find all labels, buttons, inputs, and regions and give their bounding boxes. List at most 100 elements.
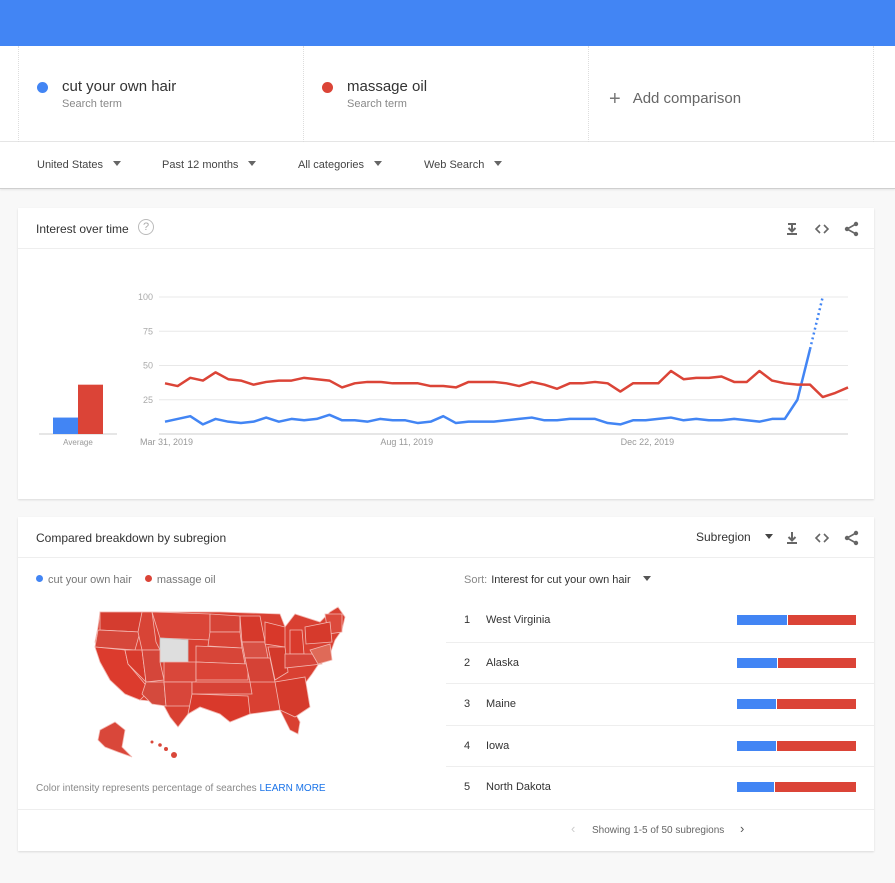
series-line-1-partial [808,296,824,350]
term-color-dot [322,82,333,93]
term2-share-bar [787,615,856,625]
subregion-selector[interactable]: Subregion [696,530,773,544]
filter-label: Web Search [424,159,485,171]
dropdown-caret-icon [494,161,503,166]
interest-over-time-chart[interactable]: 25 50 75 100 Mar 31, 2019 Aug 11, 2019 Dec 22,… [18,249,874,499]
y-tick-label: 25 [143,395,153,405]
search-term-2[interactable]: massage oil Search term [303,46,588,142]
map-state-alaska [97,721,133,758]
term1-share-bar [737,699,777,709]
add-comparison-slot[interactable]: + Add comparison [588,46,874,142]
filter-label: Past 12 months [162,159,239,171]
x-tick-label: Aug 11, 2019 [380,437,433,447]
legend-dot [36,575,43,582]
comparison-bar [737,657,856,668]
share-icon[interactable] [843,529,861,547]
legend-item: cut your own hair [36,574,132,586]
region-name[interactable]: Maine [486,698,516,710]
rank-number: 1 [464,614,471,626]
chart-area: 25 50 75 100 Mar 31, 2019 Aug 11, 2019 Dec 22,… [18,249,874,499]
x-tick-label: Dec 22, 2019 [621,437,675,447]
region-name[interactable]: North Dakota [486,781,551,793]
subregion-card: Compared breakdown by subregion Subregio… [18,517,874,851]
rank-number: 2 [464,656,471,669]
average-bar-1 [53,417,78,434]
next-page-button[interactable]: › [740,821,744,836]
map-legend: cut your own hair massage oil [36,574,226,586]
comparison-bar [737,699,856,709]
term-type: Search term [62,98,122,110]
y-tick-label: 50 [143,361,153,371]
filter-time-range[interactable]: Past 12 months [162,159,257,171]
comparison-bar [737,782,856,792]
card-title: Interest over time [36,222,129,236]
map-state-wyoming [159,637,189,663]
term-type: Search term [347,98,407,110]
legend-dot [144,575,152,582]
term1-share-bar [737,782,774,792]
add-comparison-button[interactable]: + Add comparison [609,86,742,110]
list-item[interactable]: 2 Alaska [446,641,874,684]
pagination-text: Showing 1-5 of 50 subregions [592,825,725,836]
filter-label: United States [37,159,104,171]
interest-over-time-card: Interest over time ? 25 50 75 100 Mar 31, 20… [18,208,874,499]
average-bar-2 [78,384,103,434]
list-item[interactable]: 3 Maine [446,683,874,725]
filter-bar: United States Past 12 months All categor… [0,142,895,189]
us-subregion-map[interactable] [80,602,360,762]
y-tick-label: 75 [143,326,153,336]
region-name[interactable]: West Virginia [486,614,550,626]
average-label: Average [63,438,93,447]
map-state-iowa [241,641,269,659]
legend-label: massage oil [156,574,216,586]
help-icon[interactable]: ? [138,219,154,235]
dropdown-caret-icon [374,161,383,166]
comparison-bar [737,740,856,751]
search-term-1[interactable]: cut your own hair Search term [18,46,303,142]
x-tick-label: Mar 31, 2019 [140,437,193,447]
sort-selector[interactable]: Sort: Interest for cut your own hair [464,574,651,586]
subregion-selector-label: Subregion [696,530,751,544]
download-icon[interactable] [783,220,801,238]
download-icon[interactable] [783,529,801,547]
dropdown-caret-icon [113,161,122,166]
learn-more-link[interactable]: LEARN MORE [259,783,325,794]
term2-share-bar [777,740,856,751]
term1-share-bar [737,615,787,625]
plus-icon: + [609,88,621,110]
term-name[interactable]: massage oil [347,78,427,95]
sort-label: Sort: [464,574,488,586]
list-item[interactable]: 1 West Virginia [446,600,874,642]
list-item[interactable]: 4 Iowa [446,724,874,767]
card-title: Compared breakdown by subregion [36,531,227,545]
share-icon[interactable] [843,220,861,238]
y-tick-label: 100 [138,292,153,302]
rank-number: 4 [464,739,471,752]
term2-share-bar [778,657,856,668]
series-line-1 [164,348,812,426]
embed-icon[interactable] [813,529,831,547]
filter-search-type[interactable]: Web Search [424,159,503,171]
map-hawaii [150,740,177,758]
legend-item: massage oil [144,574,216,586]
legend-label: cut your own hair [48,574,132,586]
pagination: ‹ Showing 1-5 of 50 subregions › [18,809,874,851]
term-name[interactable]: cut your own hair [62,78,176,95]
filter-location[interactable]: United States [37,159,122,171]
region-name[interactable]: Alaska [486,657,519,669]
top-app-bar [0,0,895,46]
term2-share-bar [774,782,856,792]
add-comparison-label: Add comparison [632,90,742,107]
dropdown-caret-icon [248,161,257,166]
series-line-2 [164,369,849,399]
embed-icon[interactable] [813,220,831,238]
subregion-ranking-list: 1 West Virginia 2 Alaska 3 Maine 4 Iowa … [446,600,874,808]
list-item[interactable]: 5 North Dakota [446,766,874,808]
region-name[interactable]: Iowa [486,740,509,752]
rank-number: 5 [464,781,471,793]
comparison-bar [737,615,856,625]
prev-page-button[interactable]: ‹ [571,821,575,836]
sort-value: Interest for cut your own hair [491,574,631,586]
filter-label: All categories [298,159,365,171]
filter-category[interactable]: All categories [298,159,383,171]
